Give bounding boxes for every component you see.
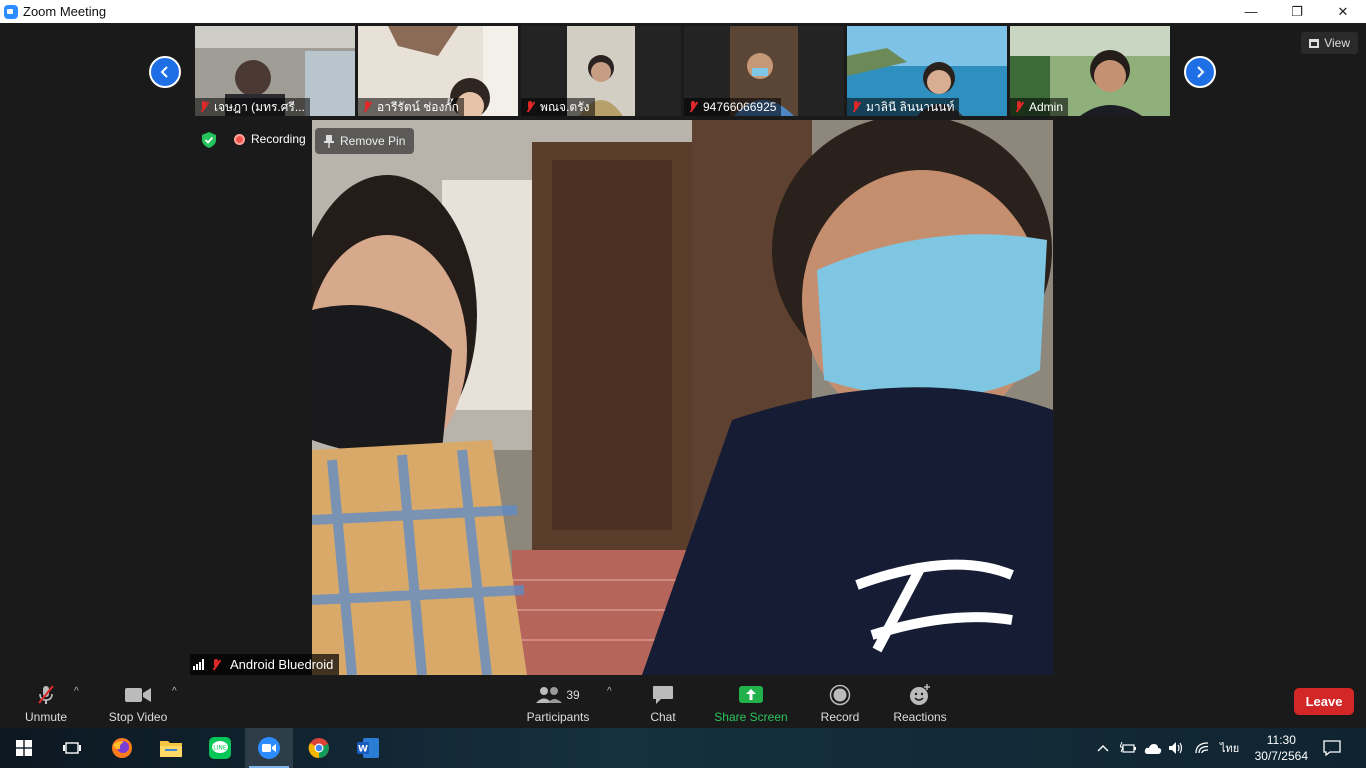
pinned-video — [312, 120, 1053, 675]
folder-icon — [160, 741, 182, 757]
participant-thumbnail-5[interactable]: มาลินี ลินนานนท์ — [847, 26, 1007, 116]
participant-thumbnail-4[interactable]: 94766066925 — [684, 26, 844, 116]
line-app-icon: LINE — [209, 737, 231, 759]
restore-button[interactable]: ❐ — [1274, 0, 1320, 23]
participants-options-caret[interactable]: ^ — [607, 686, 612, 697]
connection-signal-icon — [193, 659, 204, 670]
meeting-toolbar: Unmute ^ Stop Video ^ 39 Participants ^ … — [0, 678, 1366, 728]
task-view-button[interactable] — [48, 728, 96, 768]
view-button[interactable]: View — [1301, 32, 1358, 54]
participants-icon — [536, 686, 563, 703]
chat-button[interactable]: Chat — [640, 678, 686, 728]
onedrive-tray-button[interactable] — [1144, 728, 1162, 768]
close-button[interactable]: ✕ — [1320, 0, 1366, 23]
word-icon: W — [357, 738, 379, 758]
battery-tray-button[interactable] — [1120, 728, 1136, 768]
battery-charging-icon — [1120, 742, 1136, 753]
chevron-up-icon — [1097, 745, 1109, 752]
participant-name-label: อารีรัตน์ ช่องกั๊ก — [358, 98, 464, 116]
active-speaker-label: Android Bluedroid — [190, 654, 340, 675]
pinned-video-frame — [312, 120, 1053, 675]
notification-icon — [1323, 740, 1341, 756]
mic-muted-icon — [211, 658, 221, 671]
microphone-muted-icon — [38, 684, 54, 704]
video-options-caret[interactable]: ^ — [172, 686, 177, 697]
meeting-area: เจษฎา (มทร.ศรี... อารีรัตน์ ช่องกั๊ก พณจ… — [0, 23, 1366, 678]
participant-name-label: มาลินี ลินนานนท์ — [847, 98, 960, 116]
start-button[interactable] — [0, 728, 48, 768]
share-screen-button[interactable]: Share Screen — [712, 678, 790, 728]
mic-muted-icon — [362, 101, 372, 113]
mic-muted-icon — [688, 101, 698, 113]
zoom-app-icon — [258, 737, 280, 759]
taskbar-clock[interactable]: 11:30 30/7/2564 — [1255, 732, 1308, 764]
unmute-button[interactable]: Unmute — [22, 678, 70, 728]
share-screen-icon — [739, 686, 763, 703]
speaker-volume-icon — [1169, 742, 1183, 754]
participant-name-label: พณจ.ตรัง — [521, 98, 595, 116]
audio-options-caret[interactable]: ^ — [74, 686, 79, 697]
cloud-icon — [1144, 743, 1162, 754]
next-page-button[interactable] — [1184, 56, 1216, 88]
windows-taskbar: LINE W ไทย 11:30 30/7/2564 — [0, 728, 1366, 768]
remove-pin-button[interactable]: Remove Pin — [315, 128, 415, 154]
participant-name-label: Admin — [1010, 98, 1069, 116]
chrome-icon — [308, 738, 329, 759]
reactions-button[interactable]: Reactions — [892, 678, 948, 728]
firefox-icon — [112, 738, 132, 758]
video-camera-icon — [125, 687, 151, 702]
reactions-smiley-icon — [910, 683, 930, 705]
previous-page-button[interactable] — [149, 56, 181, 88]
zoom-taskbar-button[interactable] — [245, 728, 293, 768]
participant-thumbnail-6[interactable]: Admin — [1010, 26, 1170, 116]
gallery-view-icon — [1309, 38, 1320, 48]
show-hidden-icons-button[interactable] — [1097, 728, 1109, 768]
pin-icon — [324, 134, 334, 148]
zoom-app-icon — [4, 4, 18, 19]
svg-text:W: W — [358, 745, 368, 755]
security-shield-icon[interactable] — [200, 131, 218, 149]
chevron-right-icon — [1197, 66, 1205, 78]
participant-name-label: เจษฎา (มทร.ศรี... — [195, 98, 310, 116]
clock-date: 30/7/2564 — [1254, 749, 1308, 763]
mic-muted-icon — [851, 101, 861, 113]
participant-name-label: 94766066925 — [684, 98, 782, 116]
volume-tray-button[interactable] — [1168, 728, 1184, 768]
wifi-tray-button[interactable] — [1194, 728, 1210, 768]
participant-count: 39 — [566, 687, 580, 702]
stop-video-button[interactable]: Stop Video — [106, 678, 170, 728]
record-icon — [829, 684, 851, 705]
chat-bubble-icon — [653, 685, 673, 704]
record-button[interactable]: Record — [816, 678, 864, 728]
minimize-button[interactable]: — — [1228, 0, 1274, 23]
file-explorer-taskbar-button[interactable] — [147, 728, 195, 768]
recording-dot-icon — [234, 133, 245, 145]
word-taskbar-button[interactable]: W — [344, 728, 392, 768]
recording-indicator[interactable]: Recording — [230, 128, 310, 150]
participant-thumbnail-2[interactable]: อารีรัตน์ ช่องกั๊ก — [358, 26, 518, 116]
mic-muted-icon — [525, 101, 535, 113]
participant-thumbnail-3[interactable]: พณจ.ตรัง — [521, 26, 681, 116]
task-view-icon — [63, 742, 81, 754]
mic-muted-icon — [1014, 101, 1024, 113]
window-titlebar: Zoom Meeting — ❐ ✕ — [0, 0, 1366, 23]
line-taskbar-button[interactable]: LINE — [196, 728, 244, 768]
wifi-icon — [1195, 742, 1209, 754]
action-center-button[interactable] — [1323, 728, 1341, 768]
clock-time: 11:30 — [1266, 733, 1296, 747]
participant-thumbnail-1[interactable]: เจษฎา (มทร.ศรี... — [195, 26, 355, 116]
input-language-indicator[interactable]: ไทย — [1220, 728, 1239, 768]
participants-button[interactable]: 39 Participants — [522, 678, 594, 728]
chevron-left-icon — [160, 66, 168, 78]
leave-button[interactable]: Leave — [1294, 688, 1354, 715]
firefox-taskbar-button[interactable] — [98, 728, 146, 768]
svg-text:LINE: LINE — [213, 745, 227, 752]
chrome-taskbar-button[interactable] — [295, 728, 343, 768]
mic-muted-icon — [199, 101, 209, 113]
windows-logo-icon — [16, 740, 32, 756]
window-title: Zoom Meeting — [23, 4, 107, 19]
window-controls: — ❐ ✕ — [1228, 0, 1366, 23]
